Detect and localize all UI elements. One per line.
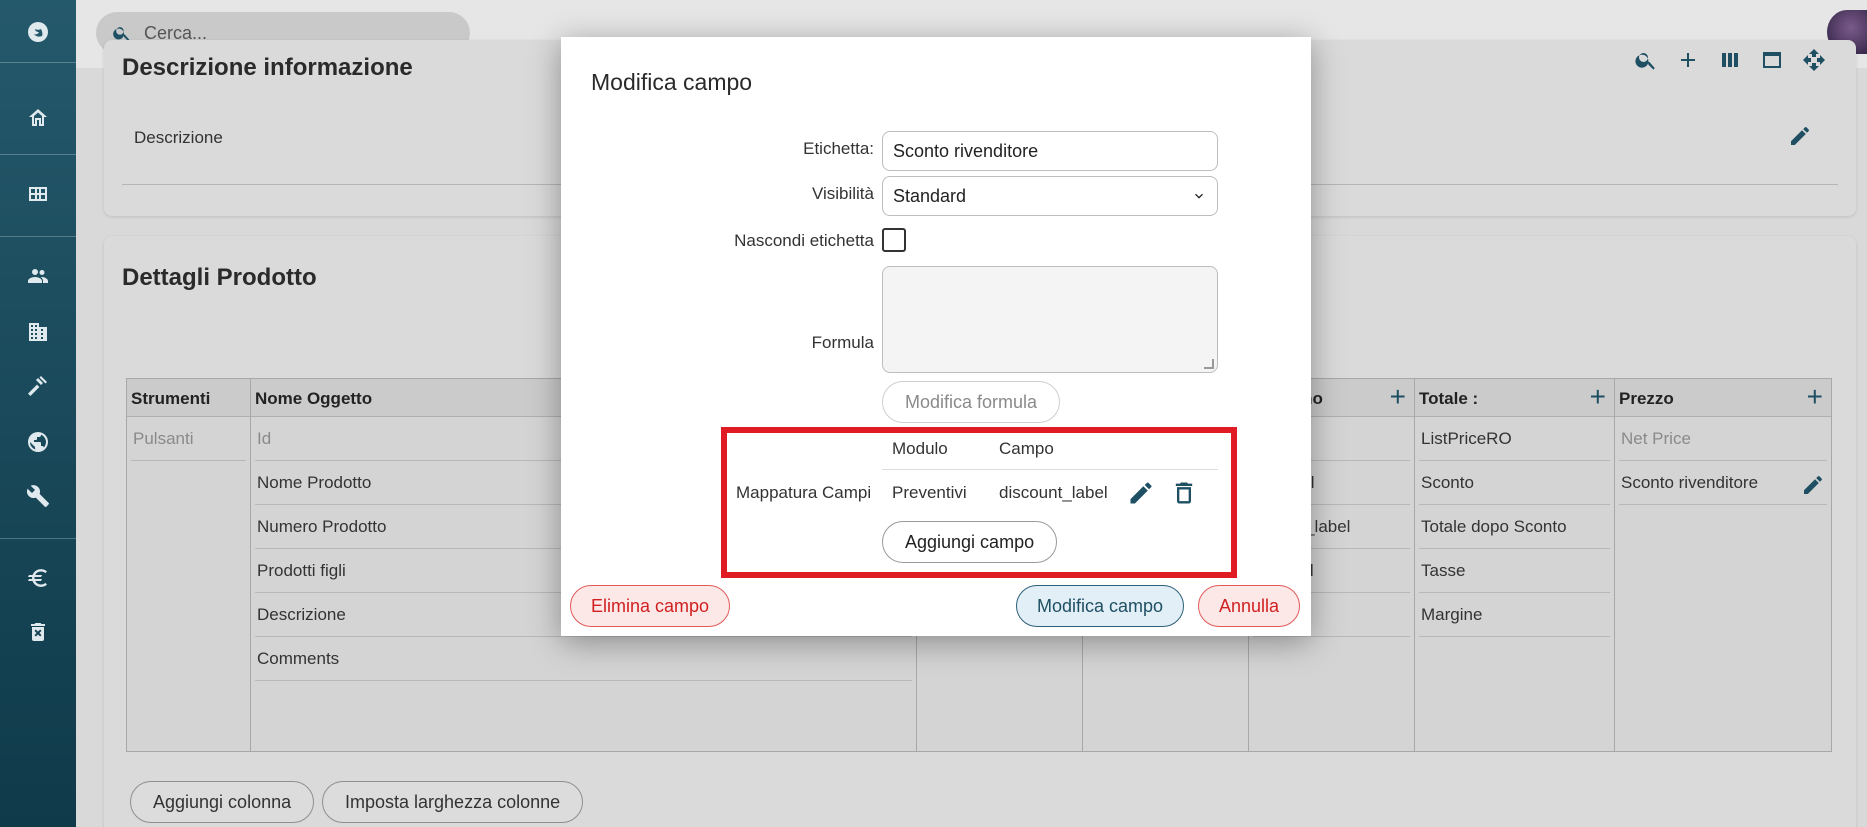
mapping-module-value: Preventivi xyxy=(892,483,967,502)
cancel-button[interactable]: Annulla xyxy=(1198,585,1301,627)
formula-label: Formula xyxy=(811,333,874,352)
edit-formula-button[interactable]: Modifica formula xyxy=(882,381,1061,423)
mapping-field-value: discount_label xyxy=(999,483,1108,502)
visibility-select-value: Standard xyxy=(893,185,967,206)
edit-icon[interactable] xyxy=(1127,479,1155,507)
hide-label-checkbox[interactable] xyxy=(882,228,906,252)
delete-icon[interactable] xyxy=(1170,479,1198,507)
resize-grip-icon[interactable] xyxy=(1204,359,1214,369)
modal-title: Modifica campo xyxy=(591,69,753,95)
label-field-label: Etichetta: xyxy=(803,139,874,158)
visibility-label: Visibilità xyxy=(811,184,874,203)
formula-textarea[interactable] xyxy=(882,266,1218,373)
chevron-down-icon xyxy=(1195,193,1203,199)
mapping-divider xyxy=(882,469,1218,470)
save-field-button[interactable]: Modifica campo xyxy=(1016,585,1185,627)
mapping-field-header: Campo xyxy=(999,439,1054,458)
delete-field-button[interactable]: Elimina campo xyxy=(570,585,731,627)
mapping-module-header: Modulo xyxy=(892,439,948,458)
visibility-select[interactable]: Standard xyxy=(882,176,1218,216)
field-mapping-label: Mappatura Campi xyxy=(736,483,872,502)
add-field-button[interactable]: Aggiungi campo xyxy=(882,521,1058,563)
label-input[interactable] xyxy=(882,131,1218,171)
edit-field-modal: Modifica campo Etichetta: Visibilità Sta… xyxy=(561,37,1311,636)
hide-label-label: Nascondi etichetta xyxy=(734,231,874,250)
